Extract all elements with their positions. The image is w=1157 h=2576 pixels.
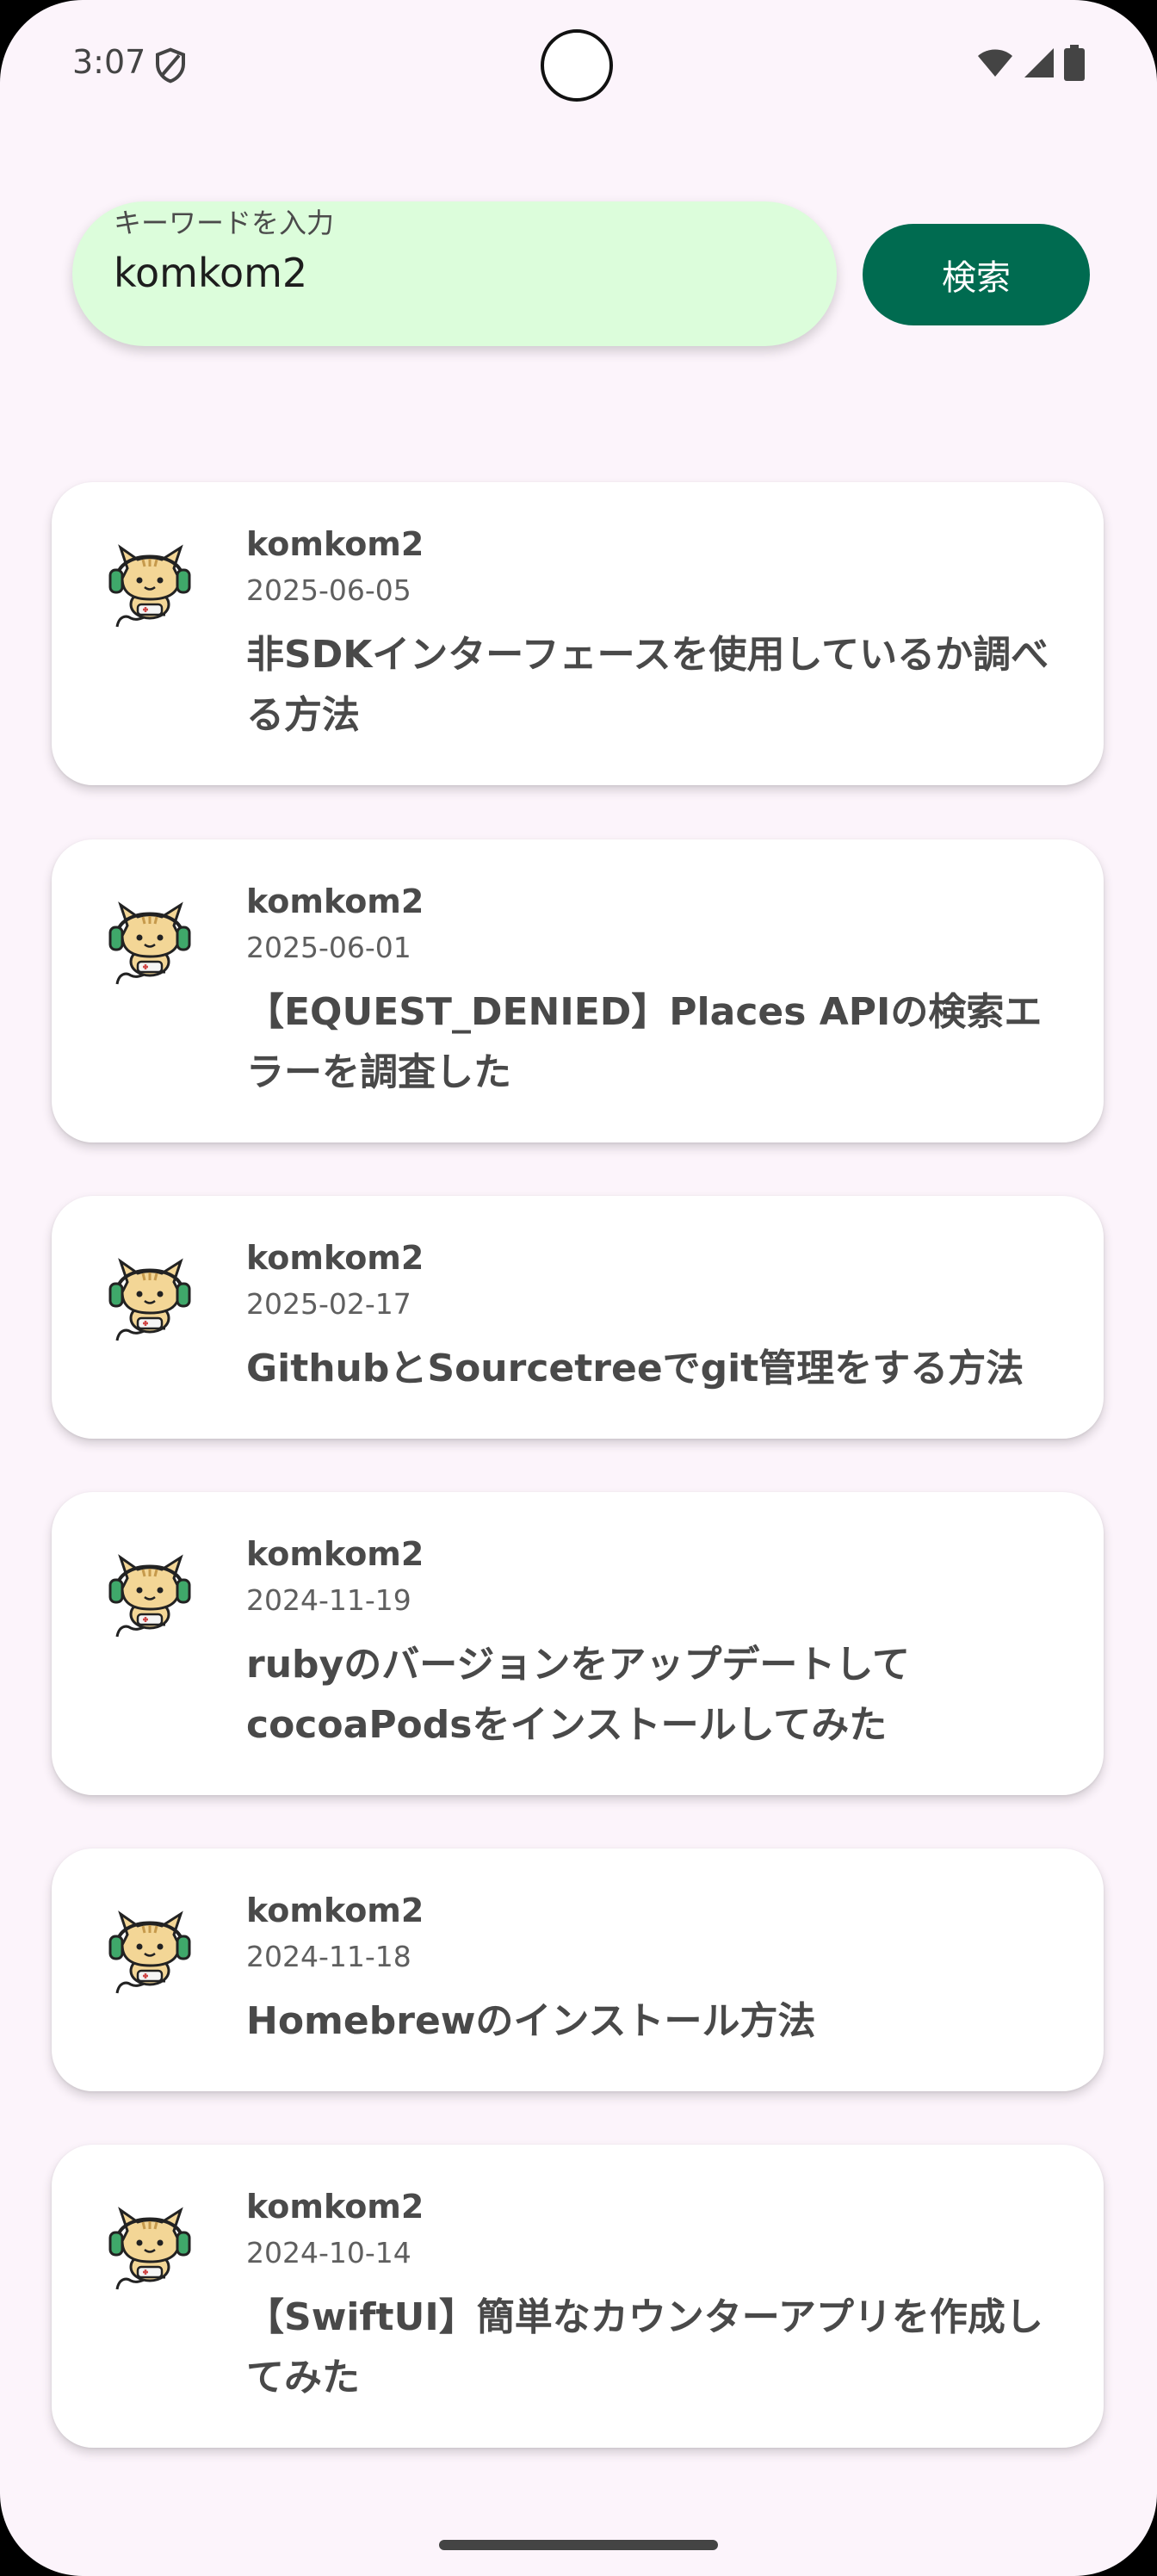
cat-headphones-avatar-icon: [108, 2207, 191, 2290]
shield-icon: [156, 47, 185, 84]
article-card[interactable]: komkom2 2025-02-17 GithubとSourcetreeでgit…: [52, 1196, 1104, 1439]
article-author: komkom2: [246, 2188, 424, 2226]
article-card[interactable]: komkom2 2024-11-18 Homebrewのインストール方法: [52, 1848, 1104, 2091]
article-title: Homebrewのインストール方法: [246, 1999, 816, 2043]
gesture-nav-handle[interactable]: [439, 2540, 718, 2550]
cat-headphones-avatar-icon: [108, 544, 191, 628]
article-date: 2025-06-01: [246, 931, 411, 964]
article-date: 2024-10-14: [246, 2236, 411, 2269]
search-button[interactable]: 検索: [863, 224, 1090, 325]
article-title: GithubとSourcetreeでgit管理をする方法: [246, 1347, 1024, 1390]
cat-headphones-avatar-icon: [108, 1554, 191, 1638]
article-date: 2025-02-17: [246, 1287, 411, 1321]
article-card[interactable]: komkom2 2024-11-19 rubyのバージョンをアップデートしてco…: [52, 1492, 1104, 1795]
cat-headphones-avatar-icon: [108, 1910, 191, 1994]
search-input[interactable]: キーワードを入力 komkom2: [72, 201, 837, 346]
article-author: komkom2: [246, 1535, 424, 1573]
article-card[interactable]: komkom2 2025-06-01 【EQUEST_DENIED】Places…: [52, 839, 1104, 1142]
article-title: 非SDKインターフェースを使用しているか調べる方法: [246, 633, 1049, 737]
article-title: rubyのバージョンをアップデートしてcocoaPodsをインストールしてみた: [246, 1643, 910, 1747]
article-author: komkom2: [246, 1892, 424, 1929]
battery-icon: [1064, 45, 1085, 81]
article-date: 2024-11-18: [246, 1940, 411, 1973]
article-title: 【EQUEST_DENIED】Places APIの検索エラーを調査した: [246, 990, 1043, 1094]
camera-cutout: [541, 29, 613, 102]
article-author: komkom2: [246, 525, 424, 563]
cat-headphones-avatar-icon: [108, 901, 191, 985]
article-author: komkom2: [246, 882, 424, 920]
article-card[interactable]: komkom2 2025-06-05 非SDKインターフェースを使用しているか調…: [52, 482, 1104, 785]
article-date: 2024-11-19: [246, 1583, 411, 1617]
wifi-icon: [978, 49, 1012, 77]
article-title: 【SwiftUI】簡単なカウンターアプリを作成してみた: [246, 2295, 1043, 2400]
app-screen: 3:07 キーワードを入力 komkom2 検索 komkom2 2025-06…: [0, 0, 1157, 2576]
article-date: 2025-06-05: [246, 573, 411, 607]
status-time: 3:07: [72, 43, 146, 81]
search-input-label: キーワードを入力: [114, 207, 335, 239]
status-icons: [976, 45, 1085, 81]
signal-icon: [1024, 48, 1054, 77]
article-card[interactable]: komkom2 2024-10-14 【SwiftUI】簡単なカウンターアプリを…: [52, 2145, 1104, 2448]
article-author: komkom2: [246, 1239, 424, 1277]
cat-headphones-avatar-icon: [108, 1258, 191, 1341]
status-bar: 3:07: [0, 0, 1157, 129]
search-input-value[interactable]: komkom2: [114, 250, 307, 296]
